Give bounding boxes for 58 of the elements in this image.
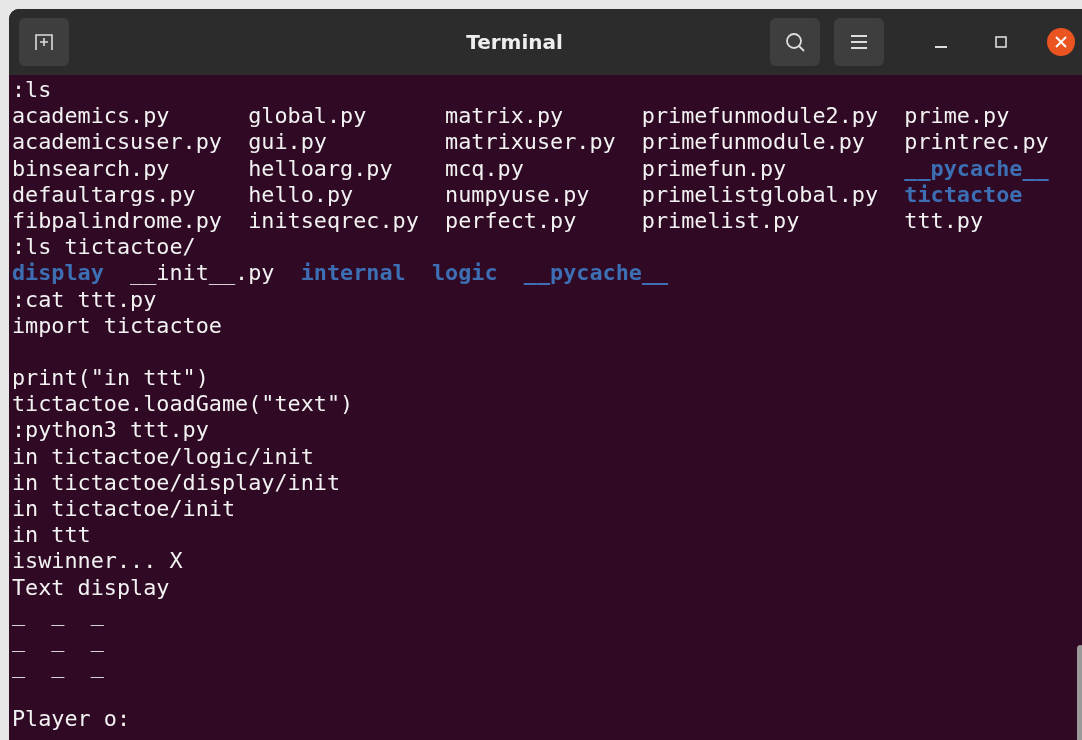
file-name: perfect.py bbox=[445, 207, 577, 235]
terminal-line: :cat ttt.py bbox=[12, 286, 158, 313]
terminal-line: :ls bbox=[12, 77, 53, 104]
file-name: primelistglobal.py bbox=[641, 181, 879, 208]
terminal-line: print("in ttt") bbox=[12, 365, 210, 392]
file-name: primefunmodule2.py bbox=[641, 103, 879, 130]
file-name: mcq.py bbox=[445, 155, 524, 182]
terminal-line: :python3 ttt.py bbox=[12, 417, 210, 444]
directory-name: tictactoe bbox=[904, 181, 1023, 208]
directory-name: __pycache__ bbox=[904, 155, 1049, 182]
file-name: global.py bbox=[248, 103, 367, 130]
file-name: defaultargs.py bbox=[12, 181, 196, 208]
terminal-line: _ _ _ bbox=[12, 600, 105, 627]
new-tab-icon bbox=[33, 31, 55, 53]
menu-icon bbox=[850, 34, 868, 50]
terminal-line: _ _ _ bbox=[12, 653, 105, 680]
maximize-icon bbox=[994, 35, 1008, 49]
directory-name: internal bbox=[300, 260, 406, 287]
file-name: binsearch.py bbox=[12, 155, 170, 182]
terminal-line: in ttt bbox=[12, 522, 92, 549]
file-name: academics.py bbox=[12, 103, 170, 130]
file-name: initseqrec.py bbox=[248, 207, 419, 235]
terminal-line: Player o: bbox=[12, 705, 132, 732]
terminal-line: import tictactoe bbox=[12, 312, 223, 339]
directory-name: logic bbox=[431, 260, 498, 287]
terminal-line: in tictactoe/init bbox=[12, 496, 237, 523]
file-name: printrec.py bbox=[904, 129, 1049, 156]
terminal-line: iswinner... X bbox=[12, 548, 184, 575]
file-name: hello.py bbox=[248, 181, 354, 208]
terminal-line: in tictactoe/display/init bbox=[12, 469, 342, 496]
minimize-icon bbox=[935, 46, 947, 48]
directory-name: display bbox=[12, 260, 104, 287]
terminal-line: :ls tictactoe/ bbox=[12, 234, 197, 261]
file-name: primefun.py bbox=[641, 155, 787, 182]
window-title: Terminal bbox=[465, 30, 564, 54]
file-name: matrixuser.py bbox=[445, 129, 616, 156]
file-name: __init__.py bbox=[130, 260, 275, 287]
search-icon bbox=[784, 31, 806, 53]
terminal-line: _ _ _ bbox=[12, 626, 105, 654]
file-name: primefunmodule.py bbox=[641, 129, 865, 156]
file-name: ttt.py bbox=[904, 207, 984, 235]
terminal-line: in tictactoe/logic/init bbox=[12, 443, 315, 470]
file-name: academicsuser.py bbox=[12, 129, 222, 156]
new-tab-button[interactable] bbox=[19, 18, 69, 66]
file-name: fibpalindrome.py bbox=[12, 207, 222, 235]
file-name: matrix.py bbox=[445, 103, 564, 130]
file-name: helloarg.py bbox=[248, 155, 393, 182]
file-name: primelist.py bbox=[641, 207, 800, 235]
file-name: gui.py bbox=[248, 129, 327, 156]
close-button[interactable] bbox=[1047, 28, 1075, 56]
directory-name: __pycache__ bbox=[523, 260, 669, 287]
file-name: prime.py bbox=[904, 103, 1010, 130]
search-button[interactable] bbox=[770, 18, 820, 66]
close-icon bbox=[1054, 35, 1068, 49]
terminal-line: tictactoe.loadGame("text") bbox=[12, 391, 355, 418]
terminal-line: Text display bbox=[12, 574, 171, 601]
menu-button[interactable] bbox=[834, 18, 884, 66]
file-name: numpyuse.py bbox=[445, 181, 590, 208]
